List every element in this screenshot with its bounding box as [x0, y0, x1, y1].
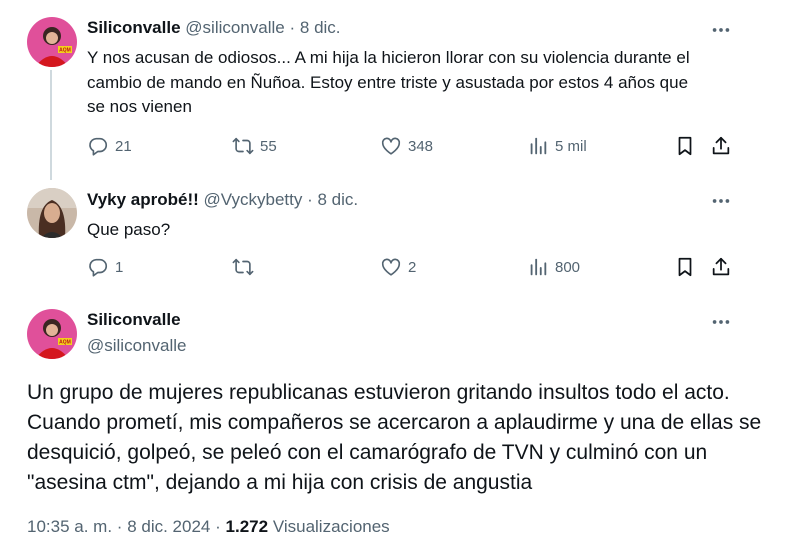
like-icon — [380, 256, 402, 278]
main-author-handle[interactable]: @siliconvalle — [87, 336, 186, 356]
post-date[interactable]: 8 dic. 2024 — [127, 517, 210, 536]
share-icon — [710, 256, 732, 278]
tweet-1[interactable]: AQM Siliconvalle @siliconvalle · 8 dic. … — [0, 0, 800, 180]
tweet-actions: 21 55 348 5 mil — [87, 135, 737, 163]
views-button[interactable]: 5 mil — [527, 135, 587, 157]
bookmark-icon — [674, 135, 696, 157]
more-icon — [710, 311, 732, 333]
reply-icon — [87, 135, 109, 157]
tweet-header: Siliconvalle @siliconvalle · 8 dic. — [87, 18, 341, 38]
views-button[interactable]: 800 — [527, 256, 580, 278]
repost-icon — [232, 135, 254, 157]
like-icon — [380, 135, 402, 157]
avatar[interactable]: AQM — [27, 17, 77, 67]
views-icon — [527, 135, 549, 157]
views-count: 800 — [555, 258, 581, 276]
reply-button[interactable]: 21 — [87, 135, 132, 157]
like-button[interactable]: 2 — [380, 256, 416, 278]
repost-icon — [232, 256, 254, 278]
author-handle[interactable]: @Vyckybetty — [204, 190, 303, 209]
share-icon — [710, 135, 732, 157]
avatar[interactable] — [27, 188, 77, 238]
tweet-2[interactable]: Vyky aprobé!! @Vyckybetty · 8 dic. Que p… — [0, 180, 800, 300]
bookmark-icon — [674, 256, 696, 278]
views-total: 1.272 — [225, 517, 269, 536]
reply-icon — [87, 256, 109, 278]
like-button[interactable]: 348 — [380, 135, 433, 157]
avatar-badge-text: AQM — [59, 48, 71, 54]
separator: · — [116, 517, 123, 536]
separator: · — [307, 190, 313, 209]
post-time[interactable]: 10:35 a. m. — [27, 517, 112, 536]
tweet-meta: 10:35 a. m. · 8 dic. 2024 · 1.272 Visual… — [27, 517, 390, 537]
repost-count: 55 — [260, 137, 277, 155]
bookmark-button[interactable] — [674, 256, 696, 278]
views-label: Visualizaciones — [272, 517, 390, 536]
author-name[interactable]: Siliconvalle — [87, 18, 181, 37]
author-handle[interactable]: @siliconvalle — [185, 18, 284, 37]
avatar[interactable]: AQM — [27, 309, 77, 359]
more-button[interactable] — [710, 312, 732, 332]
reply-count: 1 — [115, 258, 124, 276]
tweet-text: Y nos acusan de odiosos... A mi hija la … — [87, 48, 690, 116]
main-author-name[interactable]: Siliconvalle — [87, 310, 181, 330]
more-button[interactable] — [710, 20, 732, 40]
like-count: 2 — [408, 258, 417, 276]
more-button[interactable] — [710, 191, 732, 211]
tweet-date[interactable]: 8 dic. — [300, 18, 341, 37]
repost-button[interactable]: 55 — [232, 135, 277, 157]
reply-button[interactable]: 1 — [87, 256, 123, 278]
repost-button[interactable] — [232, 256, 260, 278]
separator: · — [215, 517, 221, 536]
tweet-actions: 1 2 800 — [87, 256, 737, 284]
author-name[interactable]: Vyky aprobé!! — [87, 190, 199, 209]
views-icon — [527, 256, 549, 278]
share-button[interactable] — [710, 135, 732, 157]
tweet-text: Que paso? — [87, 220, 171, 239]
reply-count: 21 — [115, 137, 132, 155]
avatar-badge-text: AQM — [59, 340, 71, 346]
separator: · — [289, 18, 296, 37]
main-tweet-text: Un grupo de mujeres republicanas estuvie… — [27, 381, 762, 494]
share-button[interactable] — [710, 256, 732, 278]
more-icon — [710, 19, 732, 41]
thread-line — [50, 70, 52, 180]
tweet-header: Vyky aprobé!! @Vyckybetty · 8 dic. — [87, 190, 358, 210]
more-icon — [710, 190, 732, 212]
views-count: 5 mil — [555, 137, 587, 155]
bookmark-button[interactable] — [674, 135, 696, 157]
like-count: 348 — [408, 137, 434, 155]
tweet-date[interactable]: 8 dic. — [318, 190, 359, 209]
